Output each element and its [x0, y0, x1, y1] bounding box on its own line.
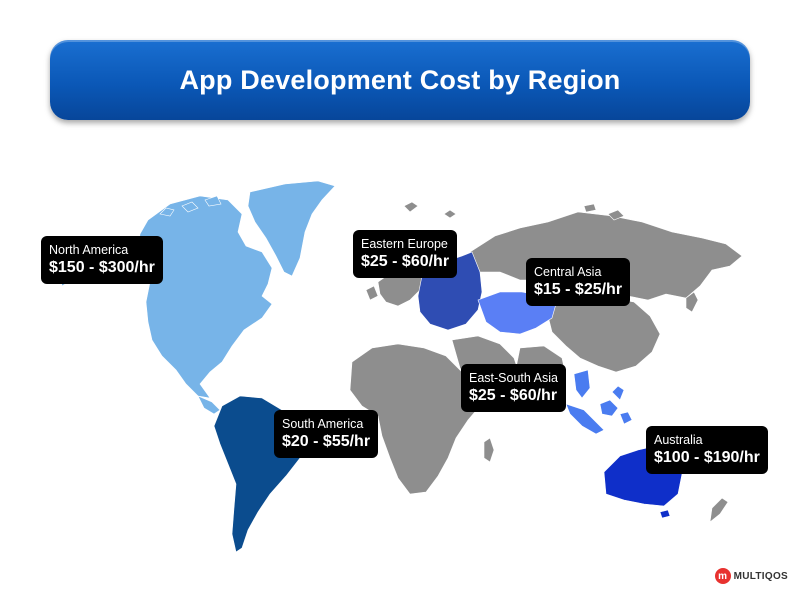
- world-map: [59, 180, 743, 553]
- logo-icon: m: [714, 568, 731, 584]
- callout-eastern-europe: Eastern Europe $25 - $60/hr: [353, 230, 458, 278]
- region-cost: $25 - $60/hr: [469, 387, 558, 404]
- region-name: Central Asia: [534, 265, 602, 279]
- logo-text: MULTIQOS: [733, 570, 788, 582]
- region-name: North America: [49, 243, 129, 257]
- region-east-south-asia: [565, 369, 633, 435]
- region-cost: $20 - $55/hr: [282, 433, 371, 450]
- region-cost: $25 - $60/hr: [361, 253, 450, 270]
- callout-australia: Australia $100 - $190/hr: [646, 426, 768, 474]
- region-cost: $15 - $25/hr: [534, 281, 623, 298]
- region-name: South America: [282, 417, 364, 431]
- brand-logo: m MULTIQOS: [714, 568, 788, 584]
- callout-central-asia: Central Asia $15 - $25/hr: [526, 258, 631, 306]
- region-name: Eastern Europe: [361, 237, 448, 251]
- region-north-america: [59, 180, 336, 415]
- region-cost: $100 - $190/hr: [654, 449, 760, 466]
- region-name: East-South Asia: [469, 371, 558, 385]
- callout-east-south-asia: East-South Asia $25 - $60/hr: [461, 364, 566, 412]
- callout-south-america: South America $20 - $55/hr: [274, 410, 379, 458]
- region-name: Australia: [654, 433, 703, 447]
- callout-north-america: North America $150 - $300/hr: [41, 236, 163, 284]
- region-cost: $150 - $300/hr: [49, 259, 155, 276]
